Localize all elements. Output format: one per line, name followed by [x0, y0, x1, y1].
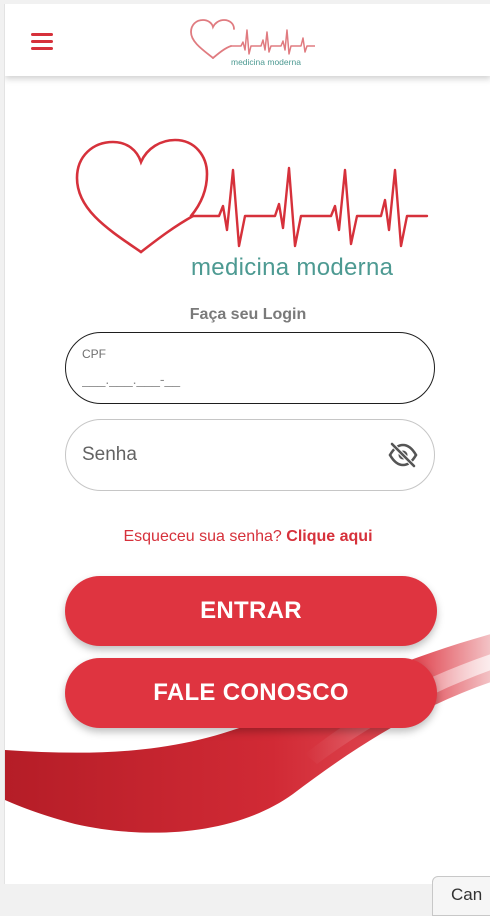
eye-off-icon[interactable] [388, 442, 418, 468]
logo-heart-icon [75, 138, 429, 254]
cpf-field[interactable]: CPF [65, 332, 435, 404]
header-logo-text: medicina moderna [231, 57, 301, 67]
senha-field[interactable] [65, 419, 435, 491]
app-frame: medicina moderna medicina moderna Faça s… [4, 4, 490, 884]
partial-footer-button[interactable]: Can [432, 876, 490, 916]
cpf-input[interactable] [82, 371, 332, 387]
forgot-password-link[interactable]: Clique aqui [286, 528, 372, 545]
hamburger-menu-icon[interactable] [29, 30, 57, 52]
fale-conosco-button[interactable]: FALE CONOSCO [65, 658, 437, 728]
forgot-password-label: Esqueceu sua senha? [123, 528, 282, 545]
forgot-password-text: Esqueceu sua senha? Clique aqui [5, 528, 490, 546]
logo-text: medicina moderna [191, 254, 394, 281]
login-title: Faça seu Login [189, 306, 307, 323]
entrar-button[interactable]: ENTRAR [65, 576, 437, 646]
cpf-label: CPF [82, 347, 106, 361]
top-bar: medicina moderna [5, 4, 490, 76]
senha-input[interactable] [82, 444, 362, 466]
